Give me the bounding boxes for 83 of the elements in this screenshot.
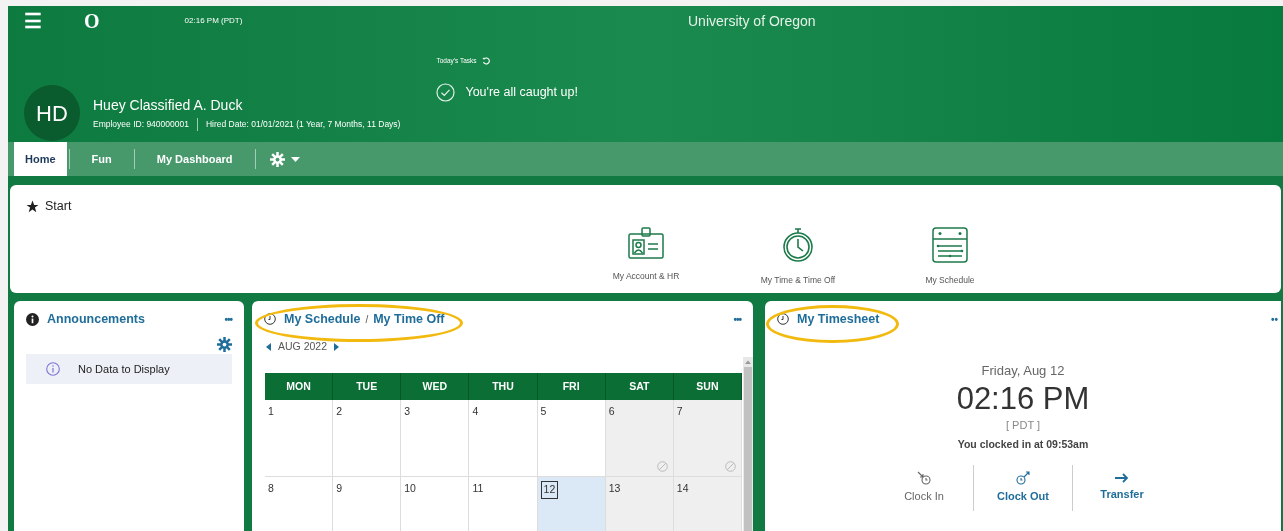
more-icon[interactable]: •• [1271, 311, 1278, 327]
stopwatch-icon [781, 227, 815, 263]
day-cell[interactable]: 8 [265, 477, 334, 531]
day-number: 3 [404, 404, 411, 419]
day-number: 7 [676, 404, 683, 419]
empty-message: No Data to Display [78, 361, 170, 377]
clock-out-icon [1016, 471, 1030, 485]
title-separator: / [365, 312, 369, 327]
current-date: Friday, Aug 12 [981, 362, 1065, 380]
more-icon[interactable]: ••• [224, 311, 232, 327]
day-cell[interactable]: 1 [265, 400, 334, 477]
settings-icon[interactable] [269, 151, 285, 167]
arrow-right-icon [1115, 473, 1129, 483]
day-cell[interactable]: 6 [605, 400, 674, 477]
weekday-header: SAT [605, 373, 674, 400]
previous-icon[interactable] [266, 343, 272, 351]
weekday-header: MON [265, 373, 334, 400]
star-icon [26, 199, 39, 213]
next-icon[interactable] [333, 343, 340, 351]
day-number: 10 [404, 481, 416, 496]
employee-id: Employee ID: 940000001 [93, 118, 189, 131]
calendar-icon [932, 227, 968, 263]
avatar: HD [24, 85, 80, 141]
day-number: 5 [540, 404, 547, 419]
info-icon [46, 362, 60, 376]
id-badge-icon [628, 227, 664, 259]
weekday-header: SUN [673, 373, 742, 400]
logo[interactable]: O [84, 11, 100, 31]
clock-icon [264, 313, 276, 325]
check-circle-icon [436, 82, 456, 102]
day-number: 4 [472, 404, 479, 419]
day-number: 1 [268, 404, 274, 419]
day-number: 12 [540, 481, 559, 499]
day-cell[interactable]: 4 [469, 400, 538, 477]
day-cell[interactable]: 12 [537, 477, 606, 531]
day-cell[interactable]: 5 [537, 400, 606, 477]
month-label: AUG 2022 [278, 339, 328, 355]
day-number: 6 [608, 404, 615, 419]
card-title[interactable]: My Time Off [373, 309, 445, 329]
day-number: 9 [336, 481, 342, 496]
day-cell[interactable]: 13 [605, 477, 674, 531]
weekday-header: THU [469, 373, 538, 400]
day-cell[interactable]: 3 [401, 400, 470, 477]
action-button[interactable]: Transfer [1073, 464, 1171, 511]
clock-status: You clocked in at 09:53am [957, 437, 1089, 452]
caret-icon[interactable] [290, 156, 300, 162]
section-title: Start [45, 198, 72, 215]
employee-name: Huey Classified A. Duck [93, 96, 244, 115]
more-icon[interactable]: ••• [733, 311, 741, 327]
day-number: 2 [336, 404, 342, 419]
clock-in-icon [917, 471, 931, 485]
shortcut-link[interactable]: My Schedule [925, 274, 975, 287]
day-cell[interactable]: 9 [333, 477, 402, 531]
refresh-icon[interactable] [481, 56, 490, 65]
weekday-header: WED [401, 373, 470, 400]
weekday-header: TUE [333, 373, 402, 400]
card-title[interactable]: My Timesheet [797, 309, 880, 329]
app-title: University of Oregon [688, 12, 816, 31]
tab[interactable]: Home [14, 142, 67, 176]
day-cell[interactable]: 2 [333, 400, 402, 477]
shortcut-link[interactable]: My Time & Time Off [760, 274, 836, 287]
scrollbar[interactable] [743, 357, 753, 531]
card-title[interactable]: Announcements [47, 309, 145, 329]
day-cell[interactable]: 14 [673, 477, 742, 531]
weekday-header: FRI [537, 373, 606, 400]
day-number: 14 [676, 481, 689, 496]
card-title[interactable]: My Schedule [284, 309, 361, 329]
current-time: 02:16 PM [956, 380, 1090, 417]
tasks-message: You're all caught up! [465, 83, 578, 101]
day-number: 8 [268, 481, 274, 496]
scroll-thumb[interactable] [744, 367, 752, 531]
day-number: 13 [608, 481, 621, 496]
clock-icon [777, 313, 789, 325]
day-number: 11 [472, 481, 484, 496]
menu-icon[interactable]: ☰ [24, 11, 42, 31]
clock-time: 02:16 PM (PDT) [184, 15, 243, 27]
settings-icon[interactable] [217, 337, 232, 352]
hired-date: Hired Date: 01/01/2021 (1 Year, 7 Months, 11 Days) [205, 118, 401, 131]
action-button[interactable]: Clock Out [974, 464, 1072, 511]
info-icon [26, 312, 39, 326]
day-cell[interactable]: 7 [673, 400, 742, 477]
shortcut-link[interactable]: My Account & HR [612, 270, 680, 283]
time-zone: [ PDT ] [1006, 417, 1040, 433]
